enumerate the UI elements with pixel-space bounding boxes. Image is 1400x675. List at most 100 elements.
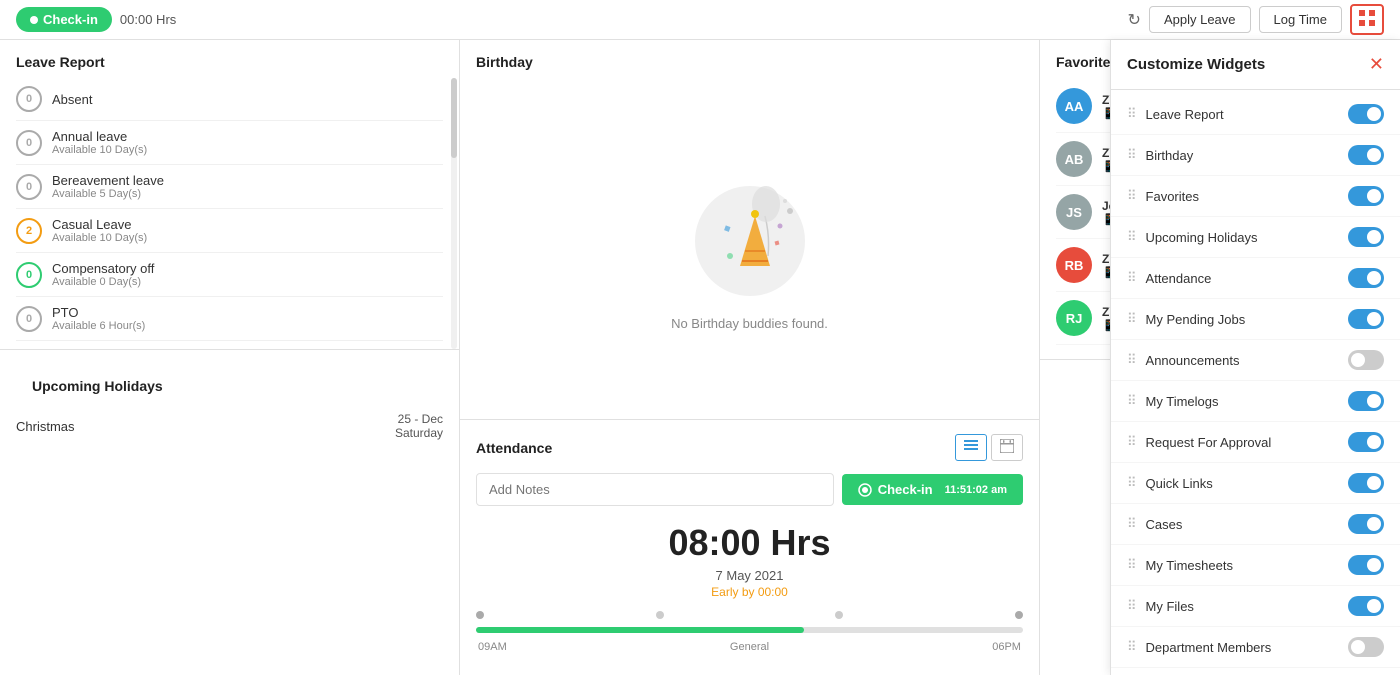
leave-item: 0 Compensatory off Available 0 Day(s) [16, 253, 443, 297]
widget-row: ⠿ Request For Approval [1111, 422, 1400, 463]
widget-row: ⠿ My Files [1111, 586, 1400, 627]
widget-toggle-3[interactable] [1348, 227, 1384, 247]
widget-row: ⠿ Announcements [1111, 340, 1400, 381]
toggle-slider-10 [1348, 514, 1384, 534]
leave-available: Available 5 Day(s) [52, 188, 164, 200]
holiday-date: 25 - Dec Saturday [395, 412, 443, 440]
favorite-avatar: RJ [1056, 300, 1092, 336]
leave-name: Compensatory off [52, 261, 154, 276]
widget-row-left: ⠿ Quick Links [1127, 475, 1213, 491]
leave-badge: 0 [16, 306, 42, 332]
widget-toggle-5[interactable] [1348, 309, 1384, 329]
leave-badge: 0 [16, 130, 42, 156]
drag-handle-icon: ⠿ [1127, 516, 1138, 532]
leave-item: 0 Bereavement leave Available 5 Day(s) [16, 165, 443, 209]
mid-column: Birthday [460, 40, 1040, 675]
favorite-avatar: AA [1056, 88, 1092, 124]
widget-row-left: ⠿ Cases [1127, 516, 1182, 532]
widget-toggle-10[interactable] [1348, 514, 1384, 534]
leave-report-panel: Leave Report 0 Absent 0 Annual leave Ava… [0, 40, 459, 350]
attendance-title: Attendance [476, 440, 552, 456]
topbar-hours: 00:00 Hrs [120, 12, 176, 27]
toggle-slider-2 [1348, 186, 1384, 206]
birthday-panel: Birthday [460, 40, 1039, 420]
timeline-dot-end [1015, 611, 1023, 619]
topbar-right: ↻ Apply Leave Log Time [1128, 4, 1384, 35]
widget-label: Department Members [1146, 640, 1272, 655]
widget-row-left: ⠿ Announcements [1127, 352, 1239, 368]
left-column: Leave Report 0 Absent 0 Annual leave Ava… [0, 40, 460, 675]
leave-list: 0 Absent 0 Annual leave Available 10 Day… [0, 78, 459, 349]
leave-item: 0 Absent [16, 78, 443, 121]
leave-name: Casual Leave [52, 217, 147, 232]
customize-title: Customize Widgets [1127, 56, 1265, 73]
attendance-date: 7 May 2021 [476, 568, 1023, 583]
toggle-slider-6 [1348, 350, 1384, 370]
checkin-time: 11:51:02 am [945, 484, 1007, 496]
widget-toggle-0[interactable] [1348, 104, 1384, 124]
timeline-bar-fill [476, 627, 804, 633]
widget-toggle-9[interactable] [1348, 473, 1384, 493]
widget-toggle-1[interactable] [1348, 145, 1384, 165]
attendance-header: Attendance [476, 434, 1023, 461]
attendance-panel: Attendance Check-in [460, 420, 1039, 675]
widget-list: ⠿ Leave Report ⠿ Birthday ⠿ Favorites ⠿ … [1111, 90, 1400, 675]
topbar-left: Check-in 00:00 Hrs [16, 7, 176, 32]
refresh-button[interactable]: ↻ [1128, 10, 1141, 30]
widget-toggle-13[interactable] [1348, 637, 1384, 657]
widget-row: ⠿ Favorites [1111, 176, 1400, 217]
widget-row-left: ⠿ Birthday [1127, 147, 1193, 163]
holiday-date-line2: Saturday [395, 426, 443, 440]
timeline-area: 09AM General 06PM [476, 611, 1023, 653]
leave-report-title: Leave Report [0, 40, 459, 78]
widget-toggle-8[interactable] [1348, 432, 1384, 452]
widget-row-left: ⠿ Request For Approval [1127, 434, 1271, 450]
no-birthday-text: No Birthday buddies found. [671, 316, 828, 331]
leave-badge: 0 [16, 86, 42, 112]
widget-row: ⠿ My Pending Jobs [1111, 299, 1400, 340]
widget-row-left: ⠿ Favorites [1127, 188, 1199, 204]
widget-row: ⠿ My Timesheets [1111, 545, 1400, 586]
checkin-button[interactable]: Check-in [16, 7, 112, 32]
apply-leave-button[interactable]: Apply Leave [1149, 6, 1251, 33]
upcoming-holidays-panel: Upcoming Holidays Christmas 25 - Dec Sat… [0, 350, 459, 675]
widget-toggle-6[interactable] [1348, 350, 1384, 370]
toggle-slider-12 [1348, 596, 1384, 616]
customize-header: Customize Widgets ✕ [1111, 40, 1400, 90]
widget-toggle-4[interactable] [1348, 268, 1384, 288]
widget-toggle-2[interactable] [1348, 186, 1384, 206]
leave-info: PTO Available 6 Hour(s) [52, 305, 145, 332]
drag-handle-icon: ⠿ [1127, 188, 1138, 204]
widget-label: Attendance [1146, 271, 1212, 286]
widget-label: Leave Report [1146, 107, 1224, 122]
drag-handle-icon: ⠿ [1127, 311, 1138, 327]
leave-info: Bereavement leave Available 5 Day(s) [52, 173, 164, 200]
upcoming-holidays-title: Upcoming Holidays [16, 364, 443, 402]
drag-handle-icon: ⠿ [1127, 147, 1138, 163]
checkin-action-button[interactable]: Check-in 11:51:02 am [842, 474, 1023, 505]
attendance-notes-input[interactable] [476, 473, 834, 506]
grid-icon-button[interactable] [1350, 4, 1384, 35]
widget-row-left: ⠿ Attendance [1127, 270, 1211, 286]
drag-handle-icon: ⠿ [1127, 639, 1138, 655]
toggle-slider-9 [1348, 473, 1384, 493]
leave-name: Absent [52, 92, 92, 107]
log-time-button[interactable]: Log Time [1259, 6, 1342, 33]
customize-close-button[interactable]: ✕ [1369, 54, 1384, 75]
attendance-tab-calendar[interactable] [991, 434, 1023, 461]
widget-toggle-12[interactable] [1348, 596, 1384, 616]
leave-available: Available 10 Day(s) [52, 232, 147, 244]
widget-toggle-11[interactable] [1348, 555, 1384, 575]
leave-name: Annual leave [52, 129, 147, 144]
widget-row-left: ⠿ My Timesheets [1127, 557, 1233, 573]
widget-toggle-7[interactable] [1348, 391, 1384, 411]
checkin-dot [30, 16, 38, 24]
topbar: Check-in 00:00 Hrs ↻ Apply Leave Log Tim… [0, 0, 1400, 40]
widget-row-left: ⠿ My Timelogs [1127, 393, 1219, 409]
attendance-tab-list[interactable] [955, 434, 987, 461]
toggle-slider-3 [1348, 227, 1384, 247]
timeline-label-mid: General [730, 641, 769, 653]
birthday-illustration [680, 166, 820, 306]
widget-label: Quick Links [1146, 476, 1213, 491]
timeline-dot-mid2 [835, 611, 843, 619]
